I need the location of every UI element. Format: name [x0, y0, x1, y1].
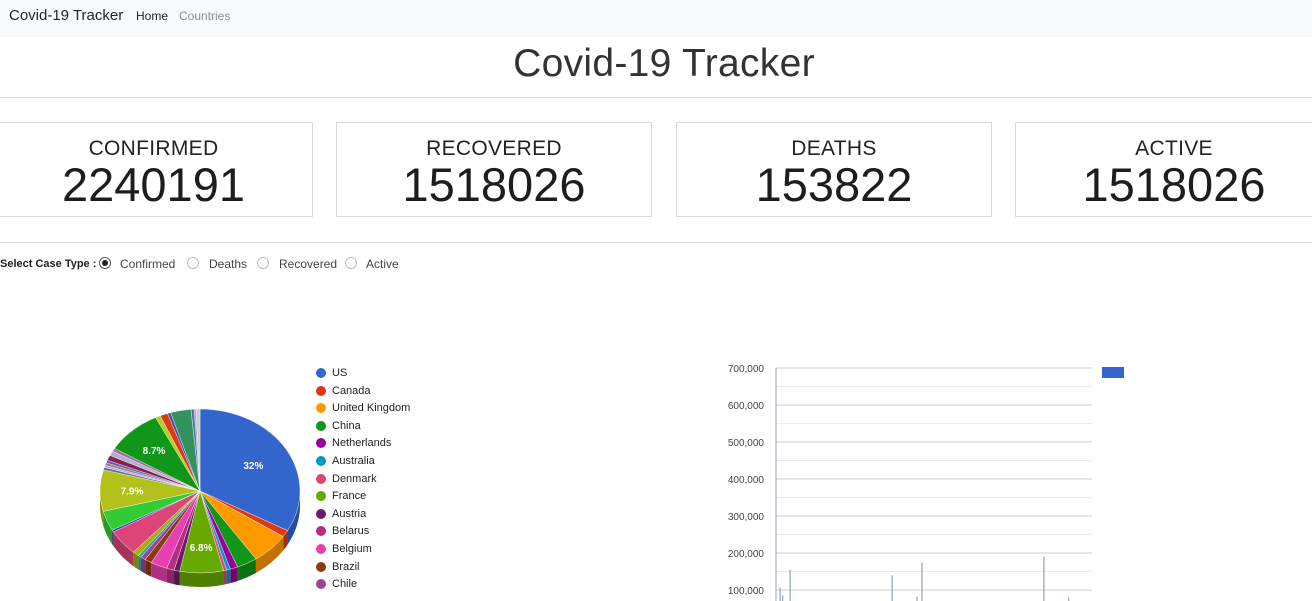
legend-color-dot [316, 403, 326, 414]
legend-label: Brazil [332, 560, 360, 573]
legend-label: France [332, 490, 367, 503]
bar [916, 596, 918, 601]
legend-color-dot [316, 544, 326, 554]
case-type-label: Select Case Type : [0, 258, 97, 270]
y-tick-label: 700,000 [728, 364, 765, 375]
stat-value: 153822 [755, 158, 913, 211]
pie-slice-side [140, 557, 146, 574]
legend-color-dot [316, 508, 326, 519]
bar [921, 562, 923, 601]
pie-slice-side [230, 566, 238, 584]
stat-card-deaths: DEATHS 153822 [676, 122, 992, 217]
legend-color-dot [316, 368, 326, 378]
legend-color-dot [316, 491, 326, 502]
pie-slice-side [166, 568, 175, 585]
y-tick-label: 300,000 [728, 512, 765, 523]
pie-slice-side [138, 555, 141, 572]
legend-color-dot [316, 438, 326, 449]
y-tick-label: 100,000 [728, 586, 765, 597]
legend-color-dot [316, 385, 326, 396]
top-navbar: Covid-19 Tracker Home Countries [0, 0, 1312, 37]
pie-slice-label: 32% [243, 461, 263, 472]
radio-recovered-label[interactable]: Recovered [279, 257, 337, 271]
radio-deaths[interactable] [187, 257, 199, 269]
bar [789, 569, 791, 601]
navbar-brand[interactable]: Covid-19 Tracker [9, 7, 123, 24]
radio-active[interactable] [345, 257, 357, 269]
pie-slice-side [226, 569, 231, 585]
legend-label: United Kingdom [332, 402, 411, 415]
bar [1043, 556, 1045, 601]
legend-color-dot [316, 526, 326, 537]
bar-legend-swatch [1102, 367, 1124, 378]
radio-deaths-label[interactable]: Deaths [209, 257, 247, 271]
nav-link-home[interactable]: Home [136, 9, 168, 23]
legend-label: US [332, 367, 348, 379]
bar [779, 587, 781, 601]
pie-slice-side [174, 570, 180, 586]
nav-link-countries[interactable]: Countries [179, 9, 230, 23]
stat-value: 1518026 [1082, 158, 1266, 211]
y-tick-label: 200,000 [728, 549, 765, 560]
stat-card-active: ACTIVE 1518026 [1015, 122, 1312, 217]
legend-label: Denmark [332, 472, 377, 485]
y-tick-label: 500,000 [728, 438, 765, 449]
pie-slice-label: 6.8% [190, 543, 213, 554]
pie-slice-side [112, 530, 114, 546]
y-tick-label: 400,000 [728, 475, 765, 486]
legend-label: Chile [332, 578, 358, 591]
legend-label: China [332, 419, 361, 432]
stat-card-confirmed: CONFIRMED 2240191 [0, 122, 313, 217]
case-type-selector: Select Case Type : Confirmed Deaths Reco… [0, 257, 420, 273]
bar [781, 595, 784, 601]
cards-divider [0, 242, 1312, 243]
stat-value: 2240191 [62, 158, 245, 211]
radio-recovered[interactable] [257, 257, 269, 269]
radio-active-label[interactable]: Active [366, 257, 399, 271]
legend-color-dot [316, 561, 326, 572]
legend-label: Belgium [332, 543, 372, 555]
bar-chart: 700,000 600,000 500,000 400,000 300,000 200,0… [728, 364, 1124, 601]
pie-slice-side [223, 570, 227, 585]
legend-label: Canada [332, 384, 371, 397]
legend-color-dot [316, 473, 326, 484]
legend-label: Belarus [332, 525, 370, 538]
legend-color-dot [316, 579, 326, 590]
legend-label: Netherlands [332, 437, 392, 450]
legend-color-dot [316, 420, 326, 431]
title-divider [0, 97, 1312, 98]
legend-label: Austria [332, 507, 367, 520]
bar [891, 575, 893, 601]
stat-value: 1518026 [402, 158, 586, 211]
legend-color-dot [316, 456, 326, 466]
radio-confirmed-label[interactable]: Confirmed [120, 257, 175, 271]
radio-confirmed[interactable] [99, 257, 111, 269]
pie-slice-label: 8.7% [143, 446, 166, 457]
stat-card-recovered: RECOVERED 1518026 [336, 122, 652, 217]
pie-chart: 32% 6.8% 7.9% 8.7% [99, 408, 301, 587]
y-tick-label: 600,000 [728, 401, 765, 412]
pie-slice-label: 7.9% [121, 487, 144, 498]
legend-label: Australia [332, 455, 375, 467]
page-title: Covid-19 Tracker [513, 42, 815, 85]
bar [1068, 597, 1070, 601]
